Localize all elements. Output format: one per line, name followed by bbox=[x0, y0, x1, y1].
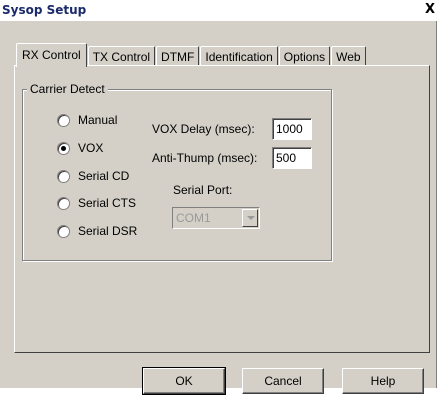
radio-button-checked-icon[interactable] bbox=[57, 142, 70, 155]
vox-delay-input[interactable] bbox=[272, 118, 312, 140]
tab-tx-control[interactable]: TX Control bbox=[88, 46, 155, 66]
tab-identification[interactable]: Identification bbox=[200, 46, 277, 66]
anti-thump-label: Anti-Thump (msec): bbox=[152, 151, 257, 165]
tab-strip: RX Control TX Control DTMF Identificatio… bbox=[16, 43, 367, 66]
anti-thump-input[interactable] bbox=[272, 147, 312, 169]
ok-button[interactable]: OK bbox=[143, 368, 225, 394]
vox-delay-label: VOX Delay (msec): bbox=[152, 122, 255, 136]
radio-button-icon[interactable] bbox=[57, 197, 70, 210]
radio-button-icon[interactable] bbox=[57, 225, 70, 238]
cancel-button[interactable]: Cancel bbox=[242, 368, 324, 394]
carrier-detect-label: Carrier Detect bbox=[27, 82, 108, 96]
title-bar[interactable]: Sysop Setup X bbox=[0, 0, 437, 21]
radio-serial-cts[interactable]: Serial CTS bbox=[57, 195, 136, 211]
window-title: Sysop Setup bbox=[2, 3, 86, 17]
radio-serial-dsr[interactable]: Serial DSR bbox=[57, 223, 137, 239]
serial-port-combo[interactable]: COM1 bbox=[172, 207, 260, 229]
tab-web[interactable]: Web bbox=[331, 46, 365, 66]
sysop-setup-dialog: Sysop Setup X RX Control TX Control DTMF… bbox=[0, 0, 437, 388]
radio-serial-dsr-label: Serial DSR bbox=[78, 224, 137, 238]
radio-serial-cd-label: Serial CD bbox=[78, 169, 129, 183]
close-icon[interactable]: X bbox=[423, 1, 437, 19]
radio-manual-label: Manual bbox=[78, 113, 117, 127]
help-button[interactable]: Help bbox=[342, 368, 424, 394]
radio-vox[interactable]: VOX bbox=[57, 140, 103, 156]
serial-port-label: Serial Port: bbox=[173, 183, 232, 197]
tab-rx-control[interactable]: RX Control bbox=[16, 43, 87, 67]
tab-dtmf[interactable]: DTMF bbox=[156, 46, 199, 66]
radio-button-icon[interactable] bbox=[57, 114, 70, 127]
radio-serial-cd[interactable]: Serial CD bbox=[57, 168, 129, 184]
serial-port-value: COM1 bbox=[176, 211, 211, 225]
radio-manual[interactable]: Manual bbox=[57, 112, 117, 128]
radio-button-icon[interactable] bbox=[57, 170, 70, 183]
chevron-down-icon[interactable] bbox=[242, 209, 258, 227]
radio-serial-cts-label: Serial CTS bbox=[78, 196, 136, 210]
tab-options[interactable]: Options bbox=[279, 46, 330, 66]
radio-vox-label: VOX bbox=[78, 141, 103, 155]
